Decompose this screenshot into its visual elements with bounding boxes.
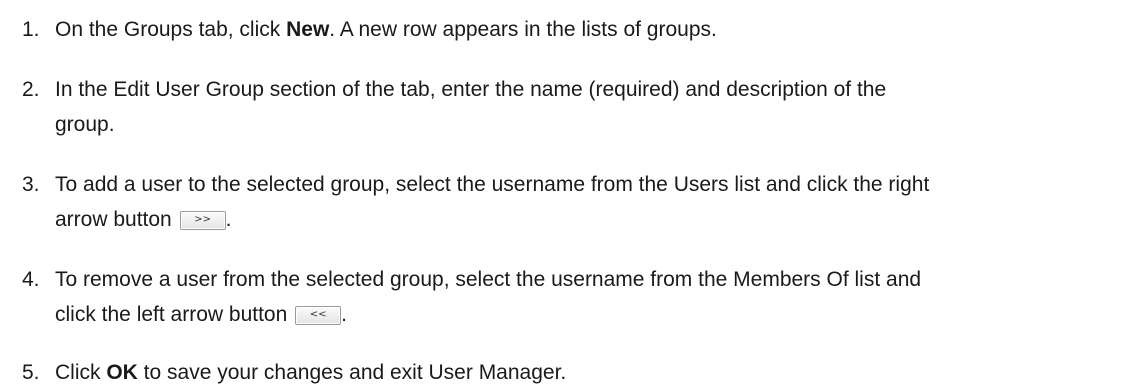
left-arrow-button: <<	[295, 306, 342, 325]
step-text-line-2: click the left arrow button <<.	[55, 297, 1120, 332]
step-text: Click OK to save your changes and exit U…	[55, 355, 1120, 390]
step-text-post: . A new row appears in the lists of grou…	[329, 18, 717, 41]
step-text-line-2: arrow button >>.	[55, 202, 1120, 237]
step-text-pre: Click	[55, 361, 107, 384]
instruction-steps: 1. On the Groups tab, click New. A new r…	[0, 0, 1135, 392]
ok-keyword: OK	[106, 361, 138, 384]
step-number: 1.	[22, 18, 40, 41]
step-text-pre: arrow button	[55, 208, 178, 231]
step-text-pre: On the Groups tab, click	[55, 18, 287, 41]
step-text-line-1: In the Edit User Group section of the ta…	[55, 78, 887, 101]
step-number: 4.	[22, 268, 40, 291]
step-text-post: to save your changes and exit User Manag…	[137, 361, 567, 384]
step-number: 2.	[22, 78, 40, 101]
new-keyword: New	[286, 18, 330, 41]
step-text: To add a user to the selected group, sel…	[55, 167, 1120, 237]
step-text-line-2: group.	[55, 113, 115, 136]
step-text: In the Edit User Group section of the ta…	[55, 72, 1120, 142]
step-number: 5.	[22, 361, 40, 384]
step-text: To remove a user from the selected group…	[55, 262, 1120, 332]
step-text-line-1: To remove a user from the selected group…	[55, 268, 922, 291]
step-text-line-1: To add a user to the selected group, sel…	[55, 173, 930, 196]
right-arrow-button: >>	[179, 211, 226, 230]
step-text: On the Groups tab, click New. A new row …	[55, 12, 1120, 47]
step-text-post: .	[341, 303, 347, 326]
step-text-pre: click the left arrow button	[55, 303, 294, 326]
step-number: 3.	[22, 173, 40, 196]
step-text-post: .	[225, 208, 232, 231]
